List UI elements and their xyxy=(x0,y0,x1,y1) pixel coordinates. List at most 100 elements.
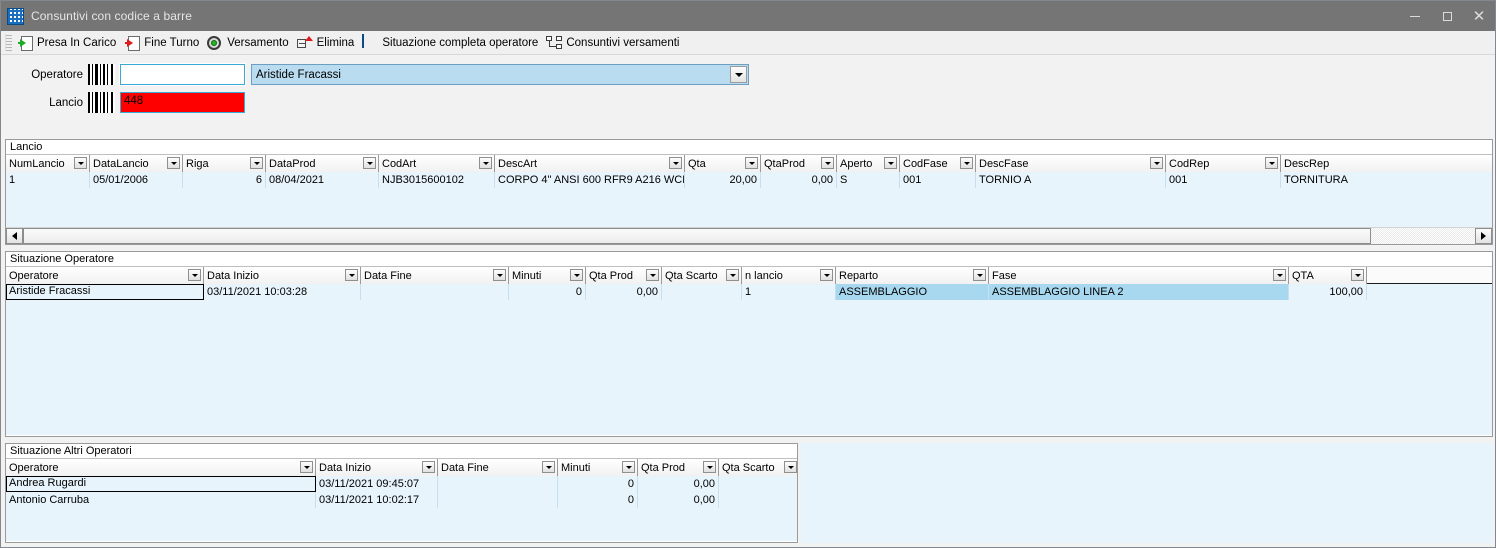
table-cell[interactable] xyxy=(438,492,558,508)
table-cell[interactable] xyxy=(438,476,558,492)
column-header[interactable]: DescFase xyxy=(976,155,1166,172)
column-header[interactable]: Qta Prod xyxy=(638,459,719,476)
column-filter-icon[interactable] xyxy=(669,157,682,169)
column-header[interactable]: DataLancio xyxy=(90,155,183,172)
toolbar-versamento[interactable]: Versamento xyxy=(205,32,294,54)
column-filter-icon[interactable] xyxy=(422,461,435,473)
column-header[interactable]: CodFase xyxy=(900,155,976,172)
column-filter-icon[interactable] xyxy=(542,461,555,473)
table-cell[interactable]: ASSEMBLAGGIO xyxy=(836,284,989,300)
table-cell[interactable]: NJB3015600102 xyxy=(379,172,495,188)
operatore-select[interactable]: Aristide Fracassi xyxy=(251,64,749,85)
table-cell[interactable]: 0 xyxy=(558,492,638,508)
column-filter-icon[interactable] xyxy=(726,269,739,281)
column-filter-icon[interactable] xyxy=(345,269,358,281)
table-row[interactable]: Andrea Rugardi 03/11/2021 09:45:07 0 0,00 xyxy=(6,476,797,492)
column-filter-icon[interactable] xyxy=(646,269,659,281)
table-cell[interactable]: Andrea Rugardi xyxy=(6,476,316,492)
column-filter-icon[interactable] xyxy=(622,461,635,473)
column-filter-icon[interactable] xyxy=(300,461,313,473)
scrollbar-thumb[interactable] xyxy=(23,228,1371,244)
column-filter-icon[interactable] xyxy=(1150,157,1163,169)
toolbar-fine-turno[interactable]: Fine Turno xyxy=(122,32,205,54)
table-row[interactable]: 1 05/01/2006 6 08/04/2021 NJB3015600102 CORPO… xyxy=(6,172,1492,188)
table-cell[interactable] xyxy=(662,284,742,300)
table-cell[interactable]: ASSEMBLAGGIO LINEA 2 xyxy=(989,284,1289,300)
column-filter-icon[interactable] xyxy=(784,461,797,473)
column-filter-icon[interactable] xyxy=(821,157,834,169)
column-header[interactable]: DescRep xyxy=(1281,155,1492,172)
table-cell[interactable]: S xyxy=(837,172,900,188)
column-filter-icon[interactable] xyxy=(703,461,716,473)
column-header[interactable]: Qta Prod xyxy=(586,267,662,284)
table-cell[interactable]: 1 xyxy=(742,284,836,300)
table-cell[interactable]: 6 xyxy=(183,172,266,188)
column-header[interactable]: n lancio xyxy=(742,267,836,284)
table-cell[interactable]: 1 xyxy=(6,172,90,188)
maximize-button[interactable] xyxy=(1431,1,1463,31)
column-filter-icon[interactable] xyxy=(1273,269,1286,281)
table-cell[interactable]: 001 xyxy=(1166,172,1281,188)
toolbar-grip[interactable] xyxy=(5,34,12,51)
table-cell[interactable]: CORPO 4" ANSI 600 RFR9 A216 WCB xyxy=(495,172,685,188)
operatore-barcode-input[interactable] xyxy=(119,63,246,86)
column-header[interactable]: Qta xyxy=(685,155,761,172)
column-filter-icon[interactable] xyxy=(479,157,492,169)
table-cell[interactable]: 001 xyxy=(900,172,976,188)
table-cell[interactable]: 0,00 xyxy=(761,172,837,188)
column-header[interactable]: CodArt xyxy=(379,155,495,172)
column-filter-icon[interactable] xyxy=(960,157,973,169)
column-header[interactable]: Qta Scarto xyxy=(662,267,742,284)
table-cell[interactable] xyxy=(719,492,797,508)
column-filter-icon[interactable] xyxy=(973,269,986,281)
column-header[interactable]: Riga xyxy=(183,155,266,172)
table-cell[interactable]: 0,00 xyxy=(638,476,719,492)
column-header[interactable]: NumLancio xyxy=(6,155,90,172)
column-header[interactable]: DescArt xyxy=(495,155,685,172)
table-cell[interactable]: 0 xyxy=(558,476,638,492)
table-cell[interactable] xyxy=(719,476,797,492)
table-cell[interactable]: Antonio Carruba xyxy=(6,492,316,508)
table-row[interactable]: Antonio Carruba 03/11/2021 10:02:17 0 0,00 xyxy=(6,492,797,508)
table-cell[interactable]: 03/11/2021 10:03:28 xyxy=(204,284,361,300)
lancio-horizontal-scrollbar[interactable] xyxy=(6,227,1492,244)
column-filter-icon[interactable] xyxy=(167,157,180,169)
table-cell[interactable]: TORNITURA xyxy=(1281,172,1492,188)
table-cell[interactable]: 0 xyxy=(509,284,586,300)
column-header[interactable]: Operatore xyxy=(6,459,316,476)
toolbar-presa-in-carico[interactable]: Presa In Carico xyxy=(15,32,122,54)
column-header[interactable]: Qta Scarto xyxy=(719,459,797,476)
column-header[interactable]: Reparto xyxy=(836,267,989,284)
column-header[interactable]: Minuti xyxy=(509,267,586,284)
column-filter-icon[interactable] xyxy=(1351,269,1364,281)
column-filter-icon[interactable] xyxy=(188,269,201,281)
table-cell[interactable]: Aristide Fracassi xyxy=(6,284,204,300)
table-cell[interactable]: 0,00 xyxy=(638,492,719,508)
column-header[interactable]: Data Fine xyxy=(438,459,558,476)
toolbar-consuntivi-versamenti[interactable]: Consuntivi versamenti xyxy=(544,32,685,54)
table-cell[interactable]: 05/01/2006 xyxy=(90,172,183,188)
column-header[interactable]: CodRep xyxy=(1166,155,1281,172)
column-filter-icon[interactable] xyxy=(363,157,376,169)
column-filter-icon[interactable] xyxy=(1265,157,1278,169)
column-header[interactable]: Aperto xyxy=(837,155,900,172)
column-filter-icon[interactable] xyxy=(884,157,897,169)
chevron-down-icon[interactable] xyxy=(730,66,747,83)
column-filter-icon[interactable] xyxy=(493,269,506,281)
table-cell[interactable]: TORNIO A xyxy=(976,172,1166,188)
toolbar-situazione-completa-operatore[interactable]: Situazione completa operatore xyxy=(360,32,544,54)
column-filter-icon[interactable] xyxy=(74,157,87,169)
table-cell[interactable]: 0,00 xyxy=(586,284,662,300)
column-header[interactable]: QtaProd xyxy=(761,155,837,172)
table-cell[interactable]: 20,00 xyxy=(685,172,761,188)
column-filter-icon[interactable] xyxy=(570,269,583,281)
column-header[interactable]: Data Inizio xyxy=(204,267,361,284)
column-header[interactable]: Data Inizio xyxy=(316,459,438,476)
table-row[interactable]: Aristide Fracassi 03/11/2021 10:03:28 0 0,0… xyxy=(6,284,1492,300)
column-header[interactable]: Operatore xyxy=(6,267,204,284)
table-cell[interactable]: 08/04/2021 xyxy=(266,172,379,188)
table-cell[interactable] xyxy=(361,284,509,300)
column-header[interactable]: DataProd xyxy=(266,155,379,172)
scroll-left-icon[interactable] xyxy=(6,228,23,244)
column-filter-icon[interactable] xyxy=(745,157,758,169)
